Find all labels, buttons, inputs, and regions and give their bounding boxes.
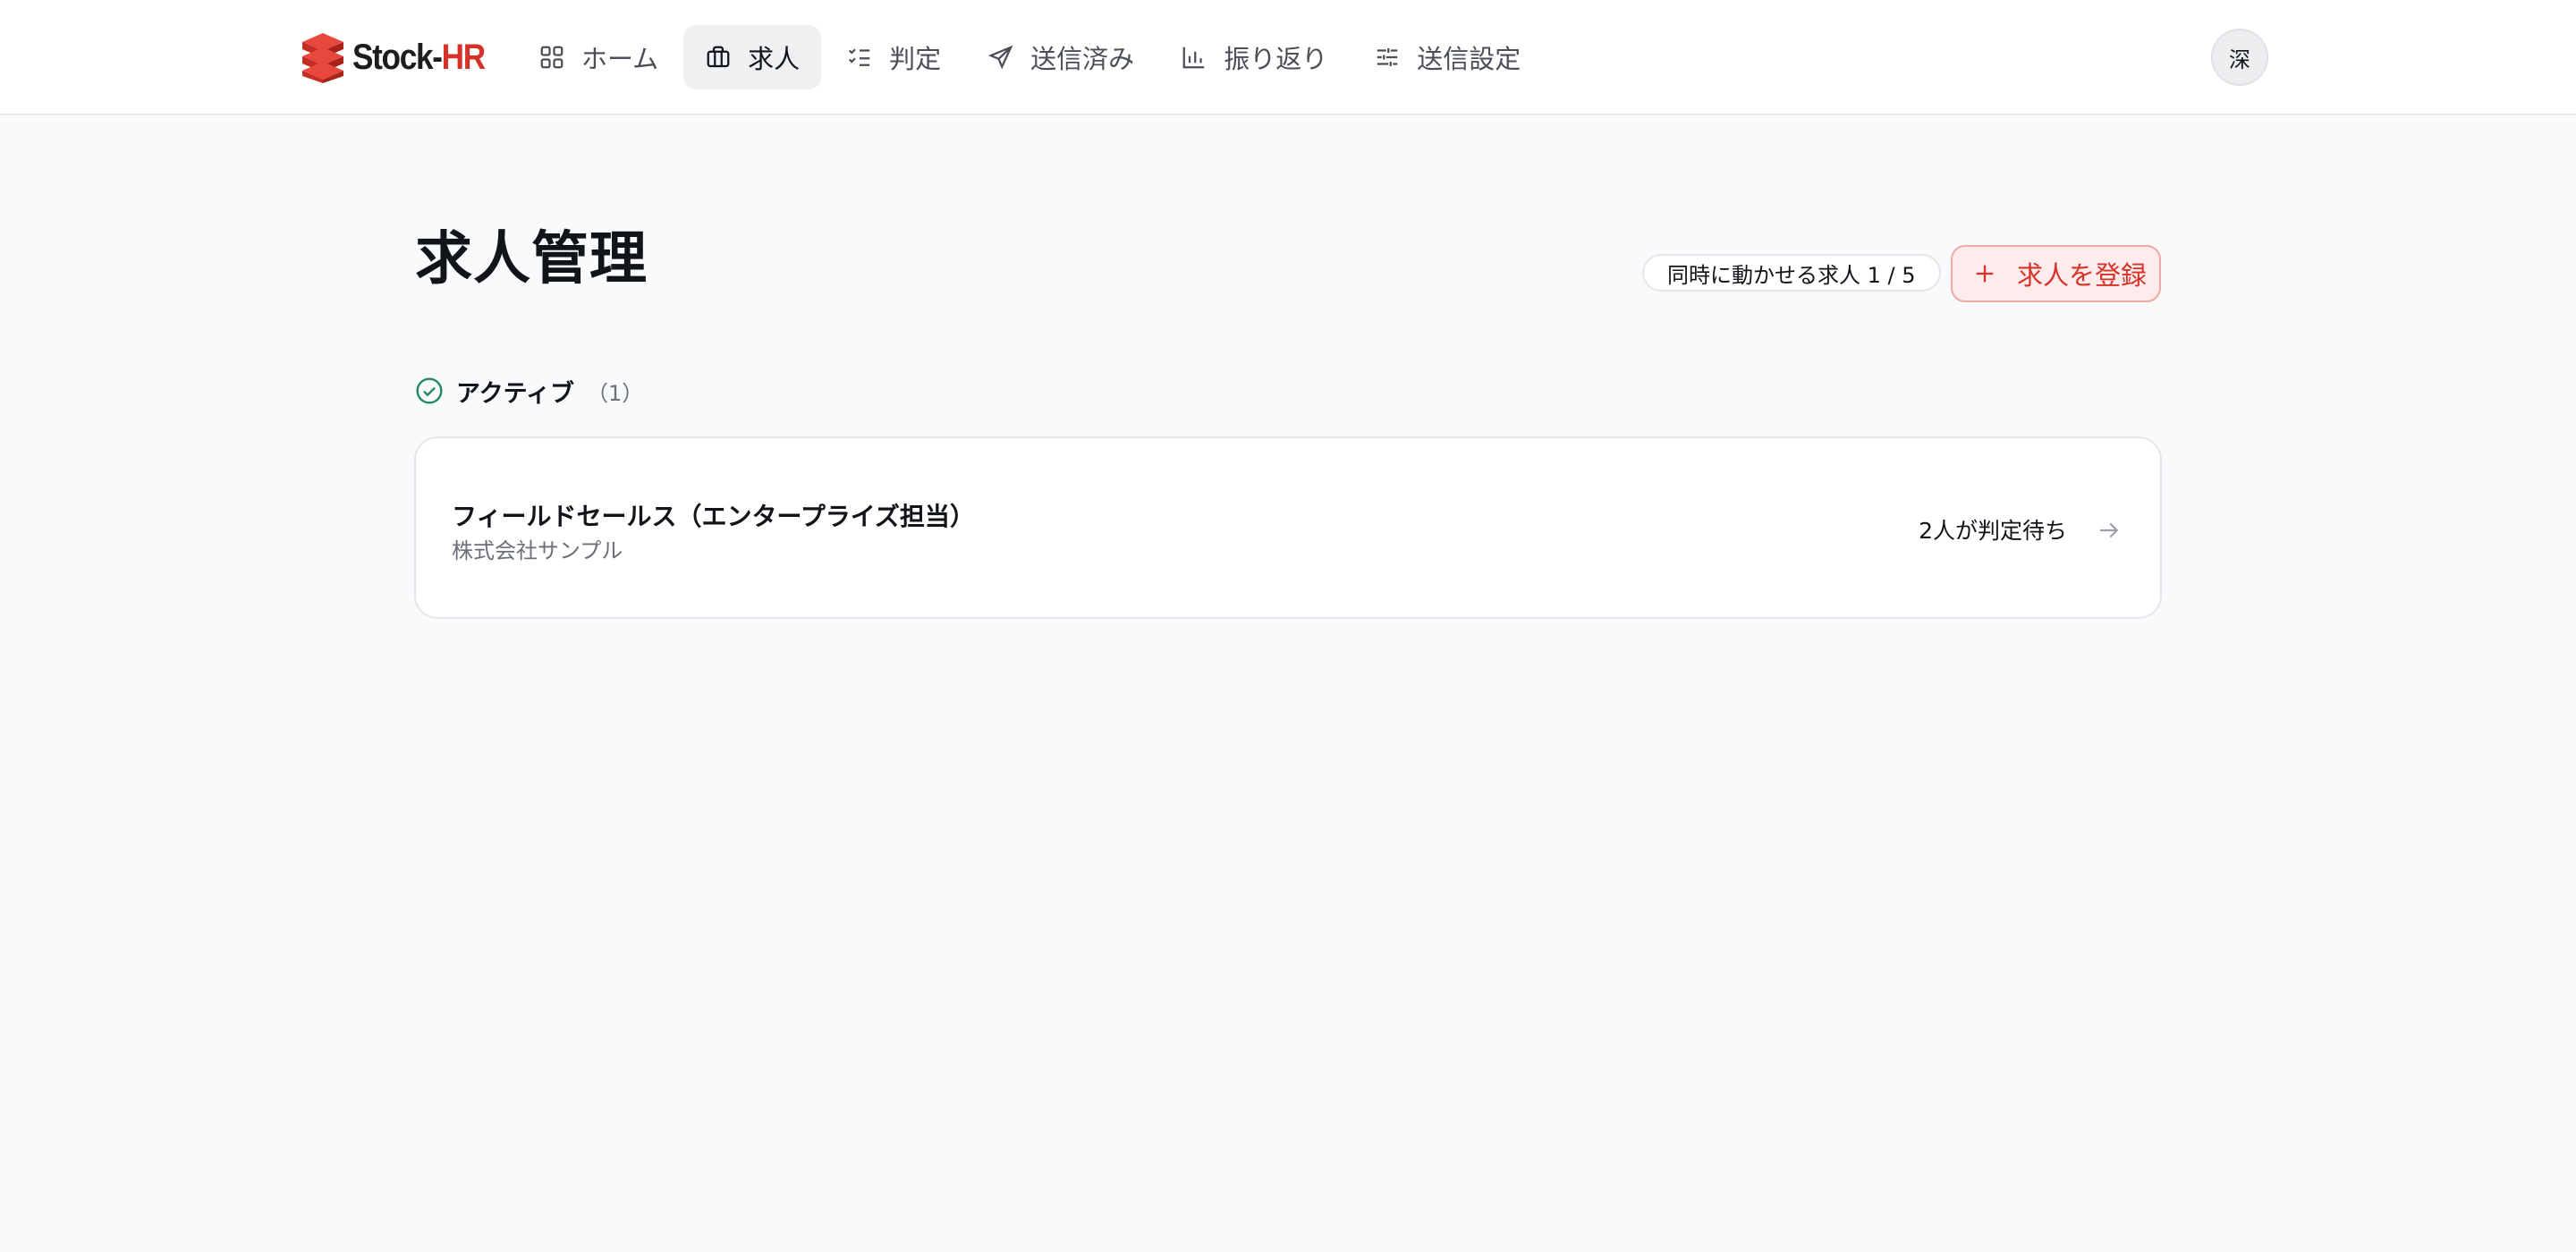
nav-item-label: 送信済み — [1030, 44, 1135, 74]
active-section-header: アクティブ （1） — [415, 376, 644, 408]
dashboard-icon — [540, 46, 564, 69]
job-card[interactable]: フィールドセールス（エンタープライズ担当） 株式会社サンプル 2人が判定待ち — [414, 436, 2162, 619]
nav-item-review[interactable]: 振り返り — [1159, 25, 1349, 89]
user-avatar[interactable]: 深 — [2211, 29, 2268, 86]
nav-item-label: 送信設定 — [1417, 44, 1521, 74]
brand-logo[interactable]: Stock-HR — [299, 30, 503, 84]
job-company: 株式会社サンプル — [452, 538, 623, 563]
section-count: （1） — [587, 380, 644, 406]
arrow-right-icon[interactable] — [2096, 517, 2123, 544]
job-pending-status: 2人が判定待ち — [1919, 518, 2067, 544]
nav-item-label: ホーム — [581, 44, 659, 74]
check-circle-icon — [416, 377, 443, 404]
active-job-quota-badge: 同時に動かせる求人 1 / 5 — [1642, 254, 1941, 292]
nav-item-judge[interactable]: 判定 — [825, 25, 962, 89]
nav-item-send-settings[interactable]: 送信設定 — [1352, 25, 1542, 89]
briefcase-icon — [707, 46, 730, 68]
plus-icon — [1976, 265, 1994, 283]
sliders-icon — [1377, 48, 1398, 66]
register-job-button[interactable]: 求人を登録 — [1951, 245, 2161, 302]
bar-chart-icon — [1182, 47, 1205, 69]
nav-item-sent[interactable]: 送信済み — [966, 25, 1156, 89]
checklist-icon — [849, 48, 870, 66]
send-icon — [988, 45, 1013, 70]
nav-item-label: 振り返り — [1224, 44, 1328, 74]
nav-item-label: 求人 — [748, 44, 801, 74]
quota-label: 同時に動かせる求人 1 / 5 — [1667, 262, 1916, 288]
brand-name: Stock-HR — [352, 37, 486, 77]
job-title: フィールドセールス（エンタープライズ担当） — [452, 502, 975, 531]
nav-item-label: 判定 — [889, 44, 942, 74]
register-job-button-label: 求人を登録 — [2017, 260, 2148, 291]
main-nav: ホーム 求人 判定 送信済み 振り返り 送信設定 — [517, 25, 1542, 89]
top-navigation-bar: Stock-HR ホーム 求人 判定 送信済み 振り返り 送信設定 深 — [0, 0, 2576, 115]
page-title: 求人管理 — [415, 226, 648, 292]
section-label: アクティブ — [456, 379, 575, 408]
nav-item-home[interactable]: ホーム — [517, 25, 680, 89]
brick-stack-icon — [302, 33, 343, 83]
nav-item-jobs[interactable]: 求人 — [683, 25, 822, 89]
